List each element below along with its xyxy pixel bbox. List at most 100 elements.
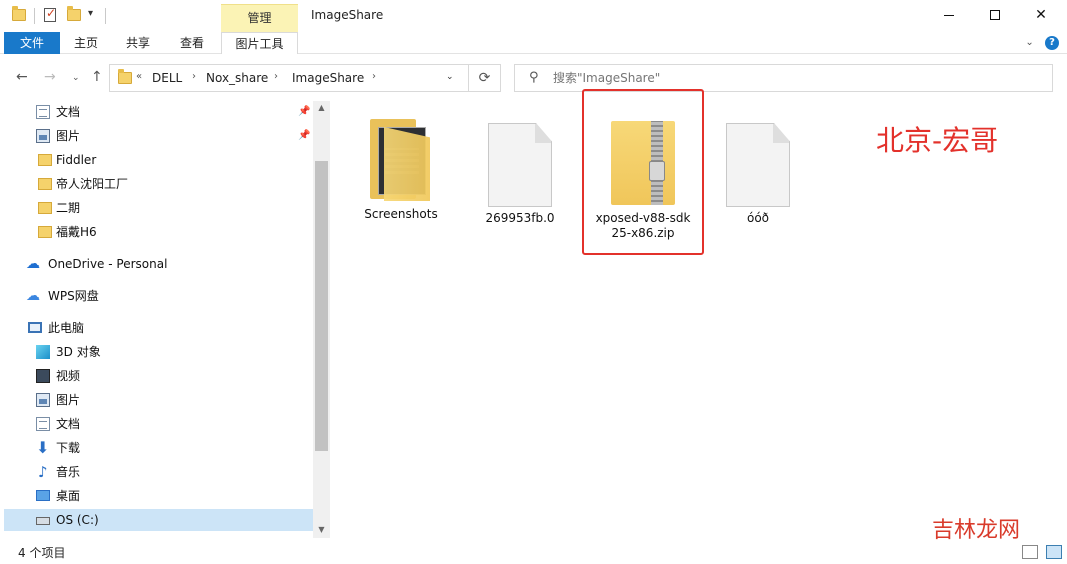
quick-access-folder-icon[interactable] <box>12 6 26 26</box>
scroll-up-icon[interactable]: ▲ <box>313 103 330 112</box>
tab-file[interactable]: 文件 <box>4 32 60 54</box>
address-folder-icon <box>118 69 132 84</box>
file-item-unknown[interactable]: óóð <box>710 109 806 226</box>
sidebar-item-fiddler[interactable]: Fiddler <box>4 149 313 171</box>
item-count: 4 个项目 <box>18 546 66 560</box>
sidebar-item-wps-cloud[interactable]: ☁ WPS网盘 <box>4 285 313 307</box>
quick-access-dropdown-icon[interactable]: ▾ <box>88 8 93 28</box>
sidebar-item-documents[interactable]: 文档 <box>4 413 313 435</box>
sidebar-item-label: 视频 <box>56 369 81 383</box>
tab-share[interactable]: 共享 <box>116 32 160 54</box>
file-name: 269953fb.0 <box>485 211 555 225</box>
pictures-icon <box>36 129 50 143</box>
desktop-icon <box>36 490 50 501</box>
file-name: óóð <box>746 211 770 225</box>
file-item-screenshots[interactable]: Screenshots <box>353 109 449 222</box>
sidebar-item-fudai-h6[interactable]: 福戴H6 <box>4 221 313 243</box>
folder-thumbnail-icon <box>370 119 432 203</box>
recent-locations-chevron-icon[interactable]: ⌄ <box>72 73 80 83</box>
sidebar-item-videos[interactable]: 视频 <box>4 365 313 387</box>
download-icon: ⬇ <box>36 438 50 457</box>
tab-view[interactable]: 查看 <box>170 32 214 54</box>
blank-file-icon <box>488 123 552 207</box>
ribbon-expand-chevron-icon[interactable]: ⌄ <box>1025 37 1033 48</box>
sidebar-item-label: 文档 <box>56 417 81 431</box>
breadcrumb-dell[interactable]: DELL <box>152 71 182 85</box>
sidebar-item-this-pc[interactable]: 此电脑 <box>4 317 313 339</box>
sidebar-item-label: 图片 <box>56 393 81 407</box>
ribbon-controls: ⌄ ? <box>1025 36 1059 50</box>
status-bar: 4 个项目 吉林龙网 <box>0 518 1067 564</box>
context-tab-manage[interactable]: 管理 <box>221 4 298 32</box>
sidebar-item-label: WPS网盘 <box>48 289 99 303</box>
navigation-pane: 文档 📌 图片 📌 Fiddler 帝人沈阳工厂 二期 福戴H6 ☁ OneDr… <box>0 101 330 538</box>
breadcrumb-separator-icon[interactable]: › <box>274 71 278 82</box>
onedrive-icon: ☁ <box>26 256 40 272</box>
sidebar-item-label: OneDrive - Personal <box>48 257 168 271</box>
file-item-269953fb[interactable]: 269953fb.0 <box>472 109 568 226</box>
search-icon: ⚲ <box>529 70 539 85</box>
file-name: Screenshots <box>364 207 438 221</box>
blank-file-icon <box>726 123 790 207</box>
folder-icon <box>38 178 52 190</box>
properties-check-icon[interactable] <box>44 6 56 26</box>
this-pc-icon <box>28 322 42 333</box>
folder-icon <box>38 202 52 214</box>
breadcrumb-separator-icon[interactable]: › <box>372 71 376 82</box>
search-input[interactable] <box>553 71 1033 85</box>
maximize-icon <box>990 10 1000 20</box>
sidebar-item-label: 此电脑 <box>48 321 85 335</box>
sidebar-item-phase-two[interactable]: 二期 <box>4 197 313 219</box>
folder-icon <box>38 226 52 238</box>
address-bar[interactable]: « DELL › Nox_share › ImageShare › ⌄ <box>109 64 469 92</box>
up-button[interactable]: ↑ <box>91 69 103 85</box>
scrollbar-thumb[interactable] <box>315 161 328 451</box>
sidebar-item-label: Fiddler <box>56 153 97 167</box>
details-view-icon[interactable] <box>1022 544 1038 559</box>
minimize-icon <box>944 14 954 16</box>
pin-icon[interactable]: 📌 <box>298 101 310 123</box>
sidebar-item-pictures[interactable]: 图片 <box>4 389 313 411</box>
sidebar-item-label: 帝人沈阳工厂 <box>56 177 129 191</box>
breadcrumb-nox-share[interactable]: Nox_share <box>206 71 268 85</box>
tab-home[interactable]: 主页 <box>64 32 108 54</box>
sidebar-item-desktop[interactable]: 桌面 <box>4 485 313 507</box>
pin-icon[interactable]: 📌 <box>298 125 310 147</box>
search-box[interactable]: ⚲ <box>514 64 1053 92</box>
new-folder-icon[interactable] <box>67 6 81 26</box>
quick-access-separator <box>105 8 106 24</box>
forward-button[interactable]: → <box>44 69 56 85</box>
corner-watermark: 吉林龙网 <box>932 518 1021 543</box>
sidebar-item-pictures-pinned[interactable]: 图片 📌 <box>4 125 313 147</box>
sidebar-item-label: 桌面 <box>56 489 81 503</box>
maximize-button[interactable] <box>972 0 1018 30</box>
help-icon[interactable]: ? <box>1045 36 1059 50</box>
sidebar-item-documents-pinned[interactable]: 文档 📌 <box>4 101 313 123</box>
tab-picture-tools[interactable]: 图片工具 <box>221 32 298 54</box>
minimize-button[interactable] <box>926 0 972 30</box>
address-dropdown-icon[interactable]: ⌄ <box>446 72 454 82</box>
large-icons-view-icon[interactable] <box>1045 544 1062 559</box>
ribbon-tabs: 文件 主页 共享 查看 图片工具 ⌄ ? <box>0 32 1067 54</box>
sidebar-item-label: 音乐 <box>56 465 81 479</box>
sidebar-item-downloads[interactable]: ⬇ 下载 <box>4 437 313 459</box>
sidebar-item-teijin-shenyang[interactable]: 帝人沈阳工厂 <box>4 173 313 195</box>
sidebar-item-music[interactable]: ♪ 音乐 <box>4 461 313 483</box>
title-bar: ▾ 管理 ImageShare ✕ <box>0 0 1067 32</box>
music-icon: ♪ <box>38 463 48 481</box>
close-button[interactable]: ✕ <box>1018 0 1064 30</box>
breadcrumb-imageshare[interactable]: ImageShare <box>292 71 364 85</box>
breadcrumb-overflow[interactable]: « <box>136 71 142 82</box>
sidebar-scrollbar[interactable]: ▲ ▼ <box>313 101 330 538</box>
sidebar-item-os-c[interactable]: OS (C:) <box>4 509 313 531</box>
sidebar-item-label: 文档 <box>56 105 81 119</box>
document-icon <box>36 105 50 119</box>
back-button[interactable]: ← <box>16 69 28 85</box>
document-icon <box>36 417 50 431</box>
breadcrumb-separator-icon[interactable]: › <box>192 71 196 82</box>
refresh-button[interactable]: ⟳ <box>469 64 501 92</box>
sidebar-item-3d-objects[interactable]: 3D 对象 <box>4 341 313 363</box>
scroll-down-icon[interactable]: ▼ <box>313 525 330 534</box>
sidebar-item-onedrive[interactable]: ☁ OneDrive - Personal <box>4 253 313 275</box>
pictures-icon <box>36 393 50 407</box>
